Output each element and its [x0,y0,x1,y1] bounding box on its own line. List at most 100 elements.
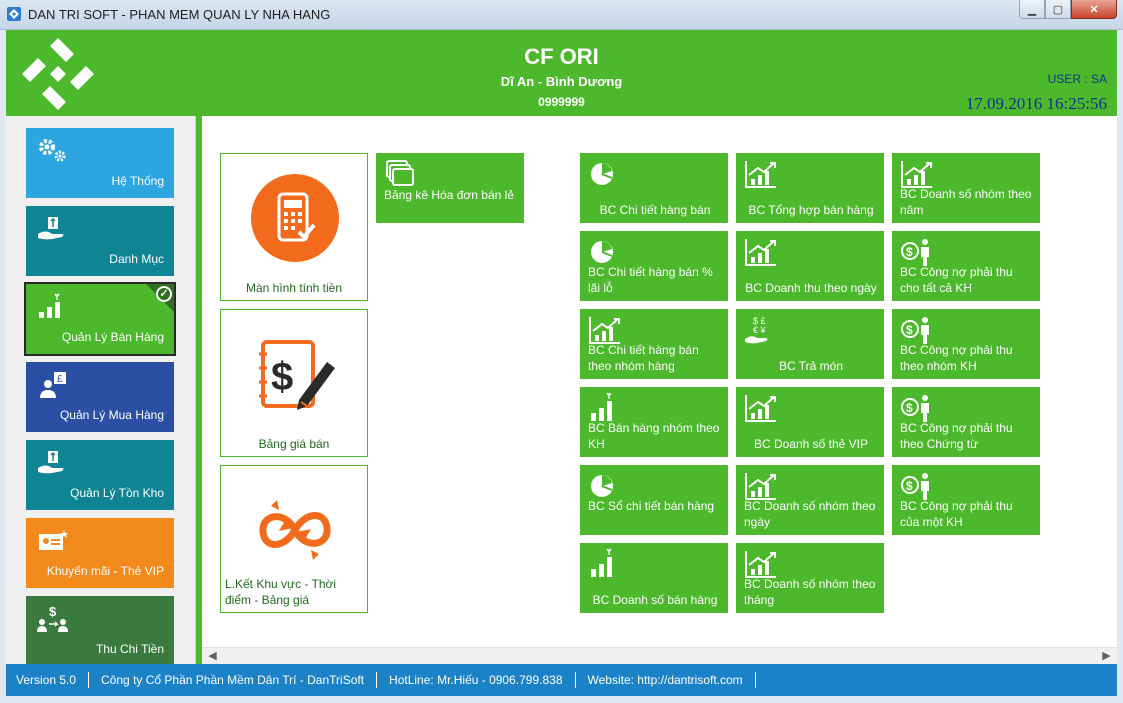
tile-label: BC Doanh số bán hàng [592,593,718,607]
sidebar-item-danh-muc[interactable]: Danh Mục [26,206,174,276]
sidebar-item-quan-ly-ban-hang[interactable]: ✓ Quản Lý Bán Hàng [24,282,176,356]
status-website: Website: http://dantrisoft.com [576,672,756,688]
sidebar: Hệ Thống Danh Mục ✓ Quản Lý Bán Hàng £ Q… [6,116,196,666]
report-tile[interactable]: BC Chi tiết hàng bán theo nhóm hàng [580,309,728,379]
report-tile[interactable]: BC Chi tiết hàng bán % lãi lỗ [580,231,728,301]
status-bar: Version 5.0 Công ty Cổ Phần Phần Mềm Dân… [6,664,1117,696]
tile-label: BC Bán hàng nhóm theo KH [588,421,720,451]
tile-label: Bảng giá bán [258,437,330,451]
main-content: Màn hình tính tiền $ Bảng giá bán L.Kết … [202,116,1117,664]
maximize-button[interactable]: ▢ [1045,0,1071,19]
company-phone: 0999999 [538,95,585,109]
company-address: Dĩ An - Bình Dương [500,74,623,89]
bar-chart-icon [591,549,612,577]
minimize-button[interactable]: ▁ [1019,0,1045,19]
scroll-right-icon[interactable]: ▶ [1098,648,1115,664]
report-tile[interactable]: BC Sổ chi tiết bán hàng [580,465,728,535]
link-arrows-icon [259,500,331,560]
vip-card-icon [39,530,68,550]
documents-icon [386,160,414,186]
report-tile[interactable]: $ BC Công nợ phải thu của một KH [892,465,1040,535]
growth-chart-icon [589,317,620,344]
header: CF ORI Dĩ An - Bình Dương 0999999 USER :… [6,30,1117,116]
person-coin-icon: $ [901,395,929,422]
tile-man-hinh-tinh-tien[interactable]: Màn hình tính tiền [220,153,368,301]
status-company: Công ty Cổ Phần Phần Mềm Dân Trí - DanTr… [89,672,378,688]
svg-text:$: $ [49,604,57,619]
tile-label: Màn hình tính tiền [245,281,343,295]
svg-text:£: £ [57,374,63,385]
tile-label: BC Doanh số nhóm theo ngày [744,499,876,529]
growth-chart-icon [745,473,776,500]
sidebar-item-quan-ly-mua-hang[interactable]: £ Quản Lý Mua Hàng [26,362,174,432]
pie-icon [591,241,613,263]
report-tile[interactable]: BC Bán hàng nhóm theo KH [580,387,728,457]
tile-label: BC Tổng hợp bán hàng [748,203,874,217]
window-title: DAN TRI SOFT - PHAN MEM QUAN LY NHA HANG [28,7,331,22]
sidebar-item-he-thong[interactable]: Hệ Thống [26,128,174,198]
sidebar-item-label: Quản Lý Bán Hàng [61,330,164,344]
tile-label: BC Công nợ phải thu theo Chứng từ [900,421,1013,451]
tile-bang-gia-ban[interactable]: $ Bảng giá bán [220,309,368,457]
horizontal-scrollbar[interactable]: ◀ ▶ [202,647,1117,664]
person-coin-icon: $ [901,239,929,266]
status-version: Version 5.0 [16,672,90,688]
app-frame: CF ORI Dĩ An - Bình Dương 0999999 USER :… [6,30,1117,696]
tile-label: BC Chi tiết hàng bán theo nhóm hàng [588,343,699,373]
check-icon: ✓ [156,286,172,302]
svg-text:$: $ [906,479,913,493]
currency-hand-icon: $ £€ ¥ [745,316,768,344]
svg-text:€ ¥: € ¥ [753,325,767,335]
svg-text:$: $ [271,355,293,399]
window-titlebar: DAN TRI SOFT - PHAN MEM QUAN LY NHA HANG… [0,0,1123,30]
growth-chart-icon [745,551,776,578]
tile-label: BC Doanh số nhóm theo năm [900,187,1032,217]
sidebar-item-label: Danh Mục [109,252,164,266]
growth-chart-icon [745,161,776,188]
tile-label: BC Chi tiết hàng bán [599,203,711,217]
pos-terminal-icon [251,174,339,262]
sidebar-item-quan-ly-ton-kho[interactable]: Quản Lý Tồn Kho [26,440,174,510]
current-user: USER : SA [1047,72,1107,86]
report-tile[interactable]: $ £ € ¥ BC Trả món [736,309,884,379]
status-hotline: HotLine: Mr.Hiếu - 0906.799.838 [377,672,576,688]
report-tile[interactable]: BC Doanh số nhóm theo tháng [736,543,884,613]
tile-label: BC Công nợ phải thu của một KH [900,499,1013,529]
report-tile[interactable]: BC Tổng hợp bán hàng [736,153,884,223]
price-list-icon: $ [259,340,335,410]
tile-label: L.Kết Khu vực - Thời điểm - Bảng giá [225,577,337,607]
svg-text:$: $ [906,401,913,415]
report-tile[interactable]: $ BC Công nợ phải thu theo Chứng từ [892,387,1040,457]
datetime-clock: 17.09.2016 16:25:56 [965,94,1107,113]
sidebar-item-label: Quản Lý Tồn Kho [70,486,164,500]
report-tile[interactable]: BC Doanh số nhóm theo ngày [736,465,884,535]
pie-icon [591,163,613,185]
report-tile[interactable]: $ BC Công nợ phải thu theo nhóm KH [892,309,1040,379]
growth-chart-icon [745,395,776,422]
sidebar-item-label: Khuyến mãi - Thẻ VIP [46,564,164,578]
close-button[interactable]: ✕ [1071,0,1117,19]
sidebar-item-label: Quản Lý Mua Hàng [59,408,164,422]
tile-lien-ket-khu-vuc[interactable]: L.Kết Khu vực - Thời điểm - Bảng giá [220,465,368,613]
tile-label: BC Doanh số nhóm theo tháng [744,577,876,607]
purchase-icon: £ [40,372,66,398]
report-tile[interactable]: $ BC Công nợ phải thu cho tất cả KH [892,231,1040,301]
sidebar-item-khuyen-mai[interactable]: Khuyến mãi - Thẻ VIP [26,518,174,588]
report-tile[interactable]: BC Doanh thu theo ngày [736,231,884,301]
report-tile[interactable]: BC Chi tiết hàng bán [580,153,728,223]
tile-label: BC Sổ chi tiết bán hàng [588,499,715,513]
bar-chart-icon [591,393,612,421]
sidebar-item-thu-chi-tien[interactable]: $ Thu Chi Tiền [26,596,174,666]
app-icon [7,7,21,21]
company-name: CF ORI [524,44,599,69]
growth-chart-icon [901,161,932,188]
report-tile[interactable]: BC Doanh số bán hàng [580,543,728,613]
money-transfer-icon: $ [37,604,68,632]
scroll-left-icon[interactable]: ◀ [204,648,221,664]
tile-label: BC Trả món [778,359,844,373]
tile-bang-ke-hoa-don[interactable]: Bảng kê Hóa đơn bán lẻ [376,153,524,223]
person-coin-icon: $ [901,317,929,344]
report-tile[interactable]: BC Doanh số thẻ VIP [736,387,884,457]
growth-chart-icon [745,239,776,266]
report-tile[interactable]: BC Doanh số nhóm theo năm [892,153,1040,223]
